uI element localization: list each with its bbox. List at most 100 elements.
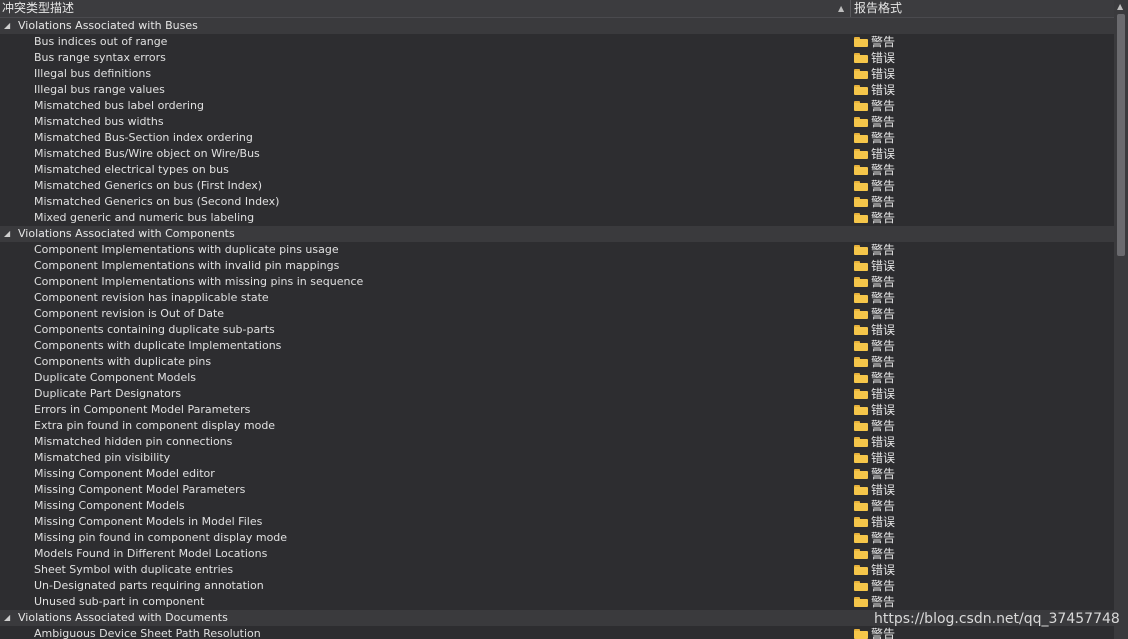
- violation-row[interactable]: Missing Component Models in Model Files 错…: [0, 514, 1114, 530]
- folder-icon: [854, 565, 868, 575]
- violation-row[interactable]: Bus range syntax errors 错误: [0, 50, 1114, 66]
- report-format-text: 警告: [871, 419, 896, 433]
- violation-row[interactable]: Mixed generic and numeric bus labeling 警告: [0, 210, 1114, 226]
- violation-row[interactable]: Component Implementations with invalid p…: [0, 258, 1114, 274]
- folder-icon: [854, 53, 868, 63]
- column-header-description[interactable]: 冲突类型描述: [2, 0, 848, 17]
- report-format-text: 警告: [871, 243, 896, 257]
- folder-icon: [854, 197, 868, 207]
- report-format-text: 错误: [871, 403, 896, 417]
- violation-row[interactable]: Component Implementations with duplicate…: [0, 242, 1114, 258]
- folder-icon: [854, 261, 868, 271]
- violation-row[interactable]: Duplicate Part Designators 错误: [0, 386, 1114, 402]
- violation-label: Duplicate Part Designators: [34, 387, 182, 400]
- folder-icon: [854, 469, 868, 479]
- violation-row[interactable]: Component Implementations with missing p…: [0, 274, 1114, 290]
- violation-row[interactable]: Mismatched bus label ordering 警告: [0, 98, 1114, 114]
- group-row[interactable]: ◢ Violations Associated with Buses: [0, 18, 1114, 34]
- folder-icon: [854, 373, 868, 383]
- report-format-text: 错误: [871, 515, 896, 529]
- violation-row[interactable]: Extra pin found in component display mod…: [0, 418, 1114, 434]
- column-header-format[interactable]: 报告格式: [854, 0, 902, 17]
- violation-label: Bus range syntax errors: [34, 51, 166, 64]
- violation-row[interactable]: Components containing duplicate sub-part…: [0, 322, 1114, 338]
- report-format-text: 警告: [871, 547, 896, 561]
- folder-icon: [854, 517, 868, 527]
- violation-row[interactable]: Illegal bus definitions 错误: [0, 66, 1114, 82]
- violation-row[interactable]: Component revision is Out of Date 警告: [0, 306, 1114, 322]
- violation-label: Sheet Symbol with duplicate entries: [34, 563, 234, 576]
- violation-row[interactable]: Missing Component Model Parameters 错误: [0, 482, 1114, 498]
- violation-row[interactable]: Models Found in Different Model Location…: [0, 546, 1114, 562]
- scroll-up-icon[interactable]: ▲: [1117, 2, 1123, 11]
- folder-icon: [854, 293, 868, 303]
- violation-row[interactable]: Duplicate Component Models 警告: [0, 370, 1114, 386]
- violation-row[interactable]: Mismatched bus widths 警告: [0, 114, 1114, 130]
- violation-row[interactable]: Component revision has inapplicable stat…: [0, 290, 1114, 306]
- violation-row[interactable]: Bus indices out of range 警告: [0, 34, 1114, 50]
- report-format-text: 警告: [871, 467, 896, 481]
- violation-row[interactable]: Mismatched Generics on bus (First Index)…: [0, 178, 1114, 194]
- folder-icon: [854, 309, 868, 319]
- folder-icon: [854, 389, 868, 399]
- folder-icon: [854, 453, 868, 463]
- violation-row[interactable]: Mismatched Generics on bus (Second Index…: [0, 194, 1114, 210]
- violation-row[interactable]: Mismatched hidden pin connections 错误: [0, 434, 1114, 450]
- violation-label: Unused sub-part in component: [34, 595, 205, 608]
- folder-icon: [854, 181, 868, 191]
- report-format-text: 警告: [871, 99, 896, 113]
- column-separator[interactable]: [850, 0, 851, 17]
- group-title: Violations Associated with Buses: [18, 19, 198, 32]
- report-format-text: 警告: [871, 163, 896, 177]
- violation-label: Components containing duplicate sub-part…: [34, 323, 275, 336]
- violation-row[interactable]: Un-Designated parts requiring annotation…: [0, 578, 1114, 594]
- report-format-text: 警告: [871, 211, 896, 225]
- violation-row[interactable]: Illegal bus range values 错误: [0, 82, 1114, 98]
- folder-icon: [854, 277, 868, 287]
- violation-row[interactable]: Components with duplicate pins 警告: [0, 354, 1114, 370]
- group-title: Violations Associated with Documents: [18, 611, 228, 624]
- folder-icon: [854, 581, 868, 591]
- report-format-text: 错误: [871, 435, 896, 449]
- violation-label: Missing Component Models in Model Files: [34, 515, 263, 528]
- folder-icon: [854, 245, 868, 255]
- violation-label: Components with duplicate Implementation…: [34, 339, 282, 352]
- violation-row[interactable]: Components with duplicate Implementation…: [0, 338, 1114, 354]
- violation-row[interactable]: Missing Component Model editor 警告: [0, 466, 1114, 482]
- report-format-text: 警告: [871, 179, 896, 193]
- folder-icon: [854, 165, 868, 175]
- collapse-triangle-icon[interactable]: ◢: [4, 18, 10, 34]
- violation-row[interactable]: Mismatched electrical types on bus 警告: [0, 162, 1114, 178]
- violation-row[interactable]: Unused sub-part in component 警告: [0, 594, 1114, 610]
- violation-label: Mixed generic and numeric bus labeling: [34, 211, 255, 224]
- scrollbar-thumb[interactable]: [1117, 14, 1125, 256]
- collapse-triangle-icon[interactable]: ◢: [4, 610, 10, 626]
- folder-icon: [854, 37, 868, 47]
- table-header: 冲突类型描述 ▲ 报告格式: [0, 0, 1114, 18]
- report-format-text: 错误: [871, 563, 896, 577]
- folder-icon: [854, 149, 868, 159]
- violation-row[interactable]: Sheet Symbol with duplicate entries 错误: [0, 562, 1114, 578]
- violation-label: Mismatched hidden pin connections: [34, 435, 233, 448]
- violation-row[interactable]: Ambiguous Device Sheet Path Resolution 警告: [0, 626, 1114, 639]
- group-title: Violations Associated with Components: [18, 227, 235, 240]
- violation-label: Missing Component Model editor: [34, 467, 215, 480]
- violation-label: Mismatched bus widths: [34, 115, 164, 128]
- violation-label: Missing Component Model Parameters: [34, 483, 246, 496]
- violation-row[interactable]: Missing Component Models 警告: [0, 498, 1114, 514]
- sort-up-icon[interactable]: ▲: [838, 0, 844, 17]
- report-format-text: 错误: [871, 83, 896, 97]
- violation-row[interactable]: Missing pin found in component display m…: [0, 530, 1114, 546]
- violation-label: Ambiguous Device Sheet Path Resolution: [34, 627, 261, 639]
- violation-label: Mismatched Generics on bus (Second Index…: [34, 195, 280, 208]
- violation-row[interactable]: Mismatched Bus/Wire object on Wire/Bus 错误: [0, 146, 1114, 162]
- violation-label: Component revision is Out of Date: [34, 307, 225, 320]
- violation-row[interactable]: Mismatched Bus-Section index ordering 警告: [0, 130, 1114, 146]
- collapse-triangle-icon[interactable]: ◢: [4, 226, 10, 242]
- vertical-scrollbar[interactable]: ▲: [1114, 0, 1128, 639]
- group-row[interactable]: ◢ Violations Associated with Components: [0, 226, 1114, 242]
- violation-label: Bus indices out of range: [34, 35, 168, 48]
- violation-row[interactable]: Errors in Component Model Parameters 错误: [0, 402, 1114, 418]
- violation-row[interactable]: Mismatched pin visibility 错误: [0, 450, 1114, 466]
- folder-icon: [854, 101, 868, 111]
